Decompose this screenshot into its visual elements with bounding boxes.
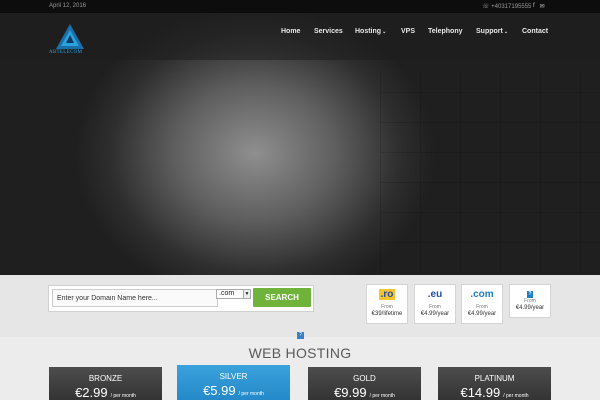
tld-from-label: From bbox=[381, 304, 393, 310]
top-bar: April 12, 2016 ☏ +40317195555 f ✉ bbox=[0, 0, 600, 13]
plan-name: BRONZE bbox=[88, 374, 123, 383]
plan-name: PLATINUM bbox=[474, 374, 515, 383]
plan-card-gold[interactable]: GOLD €9.99/ per month bbox=[308, 367, 421, 400]
tld-from-label: From bbox=[524, 298, 536, 304]
plan-price: €9.99/ per month bbox=[308, 385, 421, 400]
main-header: ABTELECOM Home Services Hosting⌄ VPS Tel… bbox=[0, 13, 600, 60]
tld-select-value: .com bbox=[219, 290, 235, 297]
tld-ext: .ro bbox=[378, 289, 396, 300]
help-icon[interactable]: ? bbox=[297, 332, 304, 339]
mail-icon[interactable]: ✉ bbox=[540, 3, 545, 10]
section-title: WEB HOSTING bbox=[248, 345, 352, 361]
plan-price-period: / per month bbox=[503, 393, 529, 399]
plan-card-silver[interactable]: SILVER €5.99/ per month bbox=[177, 365, 290, 400]
nav-item-vps[interactable]: VPS bbox=[401, 28, 415, 35]
tld-card-com[interactable]: .com From €4.99/year bbox=[461, 284, 503, 324]
plan-price-period: / per month bbox=[238, 391, 264, 397]
tld-select[interactable]: .com ▼ bbox=[216, 289, 251, 299]
nav-item-contact[interactable]: Contact bbox=[522, 28, 548, 35]
date-text: April 12, 2016 bbox=[49, 3, 87, 9]
plan-price-value: €14.99 bbox=[460, 385, 501, 400]
phone-number[interactable]: ☏ +40317195555 bbox=[482, 3, 531, 10]
ro-flag-icon: .ro bbox=[367, 289, 407, 301]
tld-card-other[interactable]: ? From €4.99/year bbox=[509, 284, 551, 318]
tld-price: €39/lifetime bbox=[371, 311, 403, 317]
plan-price: €2.99/ per month bbox=[49, 385, 162, 400]
tld-from-label: From bbox=[429, 304, 441, 310]
tld-price: €4.99/year bbox=[467, 311, 497, 317]
tld-ext: .eu bbox=[427, 289, 443, 300]
tld-price: €4.99/year bbox=[515, 305, 545, 311]
plan-price: €5.99/ per month bbox=[177, 383, 290, 398]
nav-item-support[interactable]: Support⌄ bbox=[476, 28, 508, 35]
nav-item-telephony[interactable]: Telephony bbox=[428, 28, 462, 35]
tld-price: €4.99/year bbox=[420, 311, 450, 317]
phone-text: +40317195555 bbox=[491, 4, 532, 10]
main-menu: Home Services Hosting⌄ VPS Telephony Sup… bbox=[0, 28, 600, 40]
plan-price-period: / per month bbox=[110, 393, 136, 399]
logo-text: ABTELECOM bbox=[49, 50, 83, 55]
chevron-down-icon: ⌄ bbox=[503, 29, 509, 35]
plan-card-bronze[interactable]: BRONZE €2.99/ per month bbox=[49, 367, 162, 400]
nav-item-hosting-label: Hosting bbox=[355, 28, 382, 35]
tld-ext: .com bbox=[470, 289, 494, 300]
social-links: f ✉ bbox=[533, 3, 545, 10]
chevron-down-icon: ⌄ bbox=[382, 29, 387, 35]
plan-price: €14.99/ per month bbox=[438, 385, 551, 400]
search-button[interactable]: SEARCH bbox=[253, 288, 311, 307]
nav-item-home[interactable]: Home bbox=[281, 28, 300, 35]
plan-name: GOLD bbox=[353, 374, 376, 383]
nav-item-support-label: Support bbox=[476, 28, 503, 35]
nav-item-services[interactable]: Services bbox=[314, 28, 343, 35]
tld-card-ro[interactable]: .ro From €39/lifetime bbox=[366, 284, 408, 324]
domain-search-input[interactable] bbox=[52, 289, 218, 307]
plan-name: SILVER bbox=[219, 372, 248, 381]
nav-item-hosting[interactable]: Hosting⌄ bbox=[355, 28, 386, 35]
plan-card-platinum[interactable]: PLATINUM €14.99/ per month bbox=[438, 367, 551, 400]
plan-price-period: / per month bbox=[369, 393, 395, 399]
hero-background-pattern bbox=[380, 73, 600, 273]
chevron-down-icon: ▼ bbox=[243, 290, 250, 298]
tld-card-eu[interactable]: .eu From €4.99/year bbox=[414, 284, 456, 324]
plan-price-value: €5.99 bbox=[203, 383, 236, 398]
facebook-icon[interactable]: f bbox=[533, 3, 535, 10]
plan-price-value: €2.99 bbox=[75, 385, 108, 400]
plan-price-value: €9.99 bbox=[334, 385, 367, 400]
tld-from-label: From bbox=[476, 304, 488, 310]
